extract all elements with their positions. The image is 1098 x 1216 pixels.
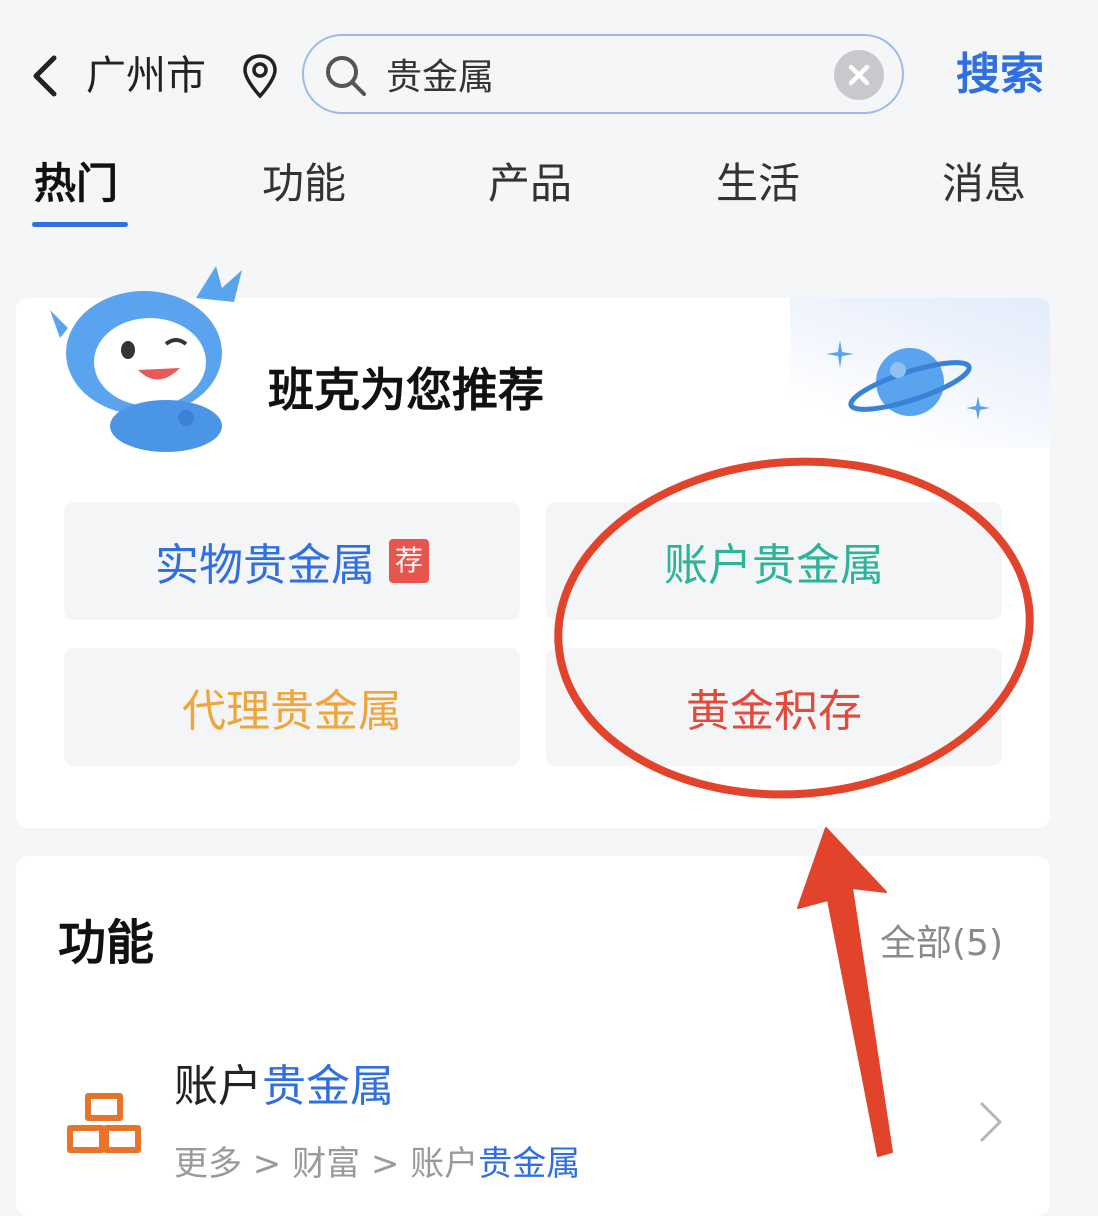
- search-box[interactable]: [302, 34, 904, 114]
- function-item-name[interactable]: 账户贵金属: [174, 1058, 394, 1116]
- option-gold-accumulation[interactable]: 黄金积存: [546, 648, 1002, 766]
- item-name-highlight: 贵金属: [262, 1061, 394, 1112]
- option-label: 账户贵金属: [664, 540, 884, 591]
- view-all-link[interactable]: 全部(5): [880, 920, 1003, 968]
- back-icon[interactable]: [28, 52, 60, 100]
- option-label: 实物贵金属: [154, 540, 375, 591]
- item-name-prefix: 账户: [174, 1061, 262, 1112]
- item-path-highlight: 贵金属: [478, 1144, 581, 1184]
- recommend-title: 班克为您推荐: [268, 363, 544, 417]
- recommend-badge: 荐: [388, 539, 429, 583]
- gold-bar-icon: [67, 1093, 141, 1153]
- option-agency-precious-metal[interactable]: 代理贵金属: [64, 648, 520, 766]
- location-pin-icon[interactable]: [240, 52, 280, 100]
- option-account-precious-metal[interactable]: 账户贵金属: [546, 502, 1002, 620]
- search-icon: [326, 56, 366, 96]
- close-icon: [848, 64, 870, 86]
- active-tab-indicator: [32, 222, 128, 227]
- function-item-path: 更多 > 财富 > 账户贵金属: [174, 1140, 580, 1188]
- tab-life[interactable]: 生活: [716, 156, 800, 212]
- tab-hot[interactable]: 热门: [34, 156, 118, 212]
- option-label: 黄金积存: [686, 686, 862, 737]
- item-path-prefix: 更多 > 财富 > 账户: [174, 1144, 479, 1184]
- option-label: 代理贵金属: [182, 686, 402, 737]
- planet-icon: [826, 340, 990, 420]
- function-section-title: 功能: [58, 915, 155, 971]
- chevron-right-icon[interactable]: [974, 1098, 1006, 1146]
- search-input[interactable]: [386, 46, 806, 102]
- mascot-image: [50, 266, 242, 452]
- option-physical-precious-metal[interactable]: 实物贵金属 荐: [64, 502, 520, 620]
- tab-functions[interactable]: 功能: [262, 156, 346, 212]
- city-selector[interactable]: 广州市: [86, 50, 206, 102]
- clear-search-button[interactable]: [834, 50, 884, 100]
- tab-messages[interactable]: 消息: [942, 156, 1026, 212]
- search-button[interactable]: 搜索: [956, 46, 1044, 104]
- tab-products[interactable]: 产品: [488, 156, 572, 212]
